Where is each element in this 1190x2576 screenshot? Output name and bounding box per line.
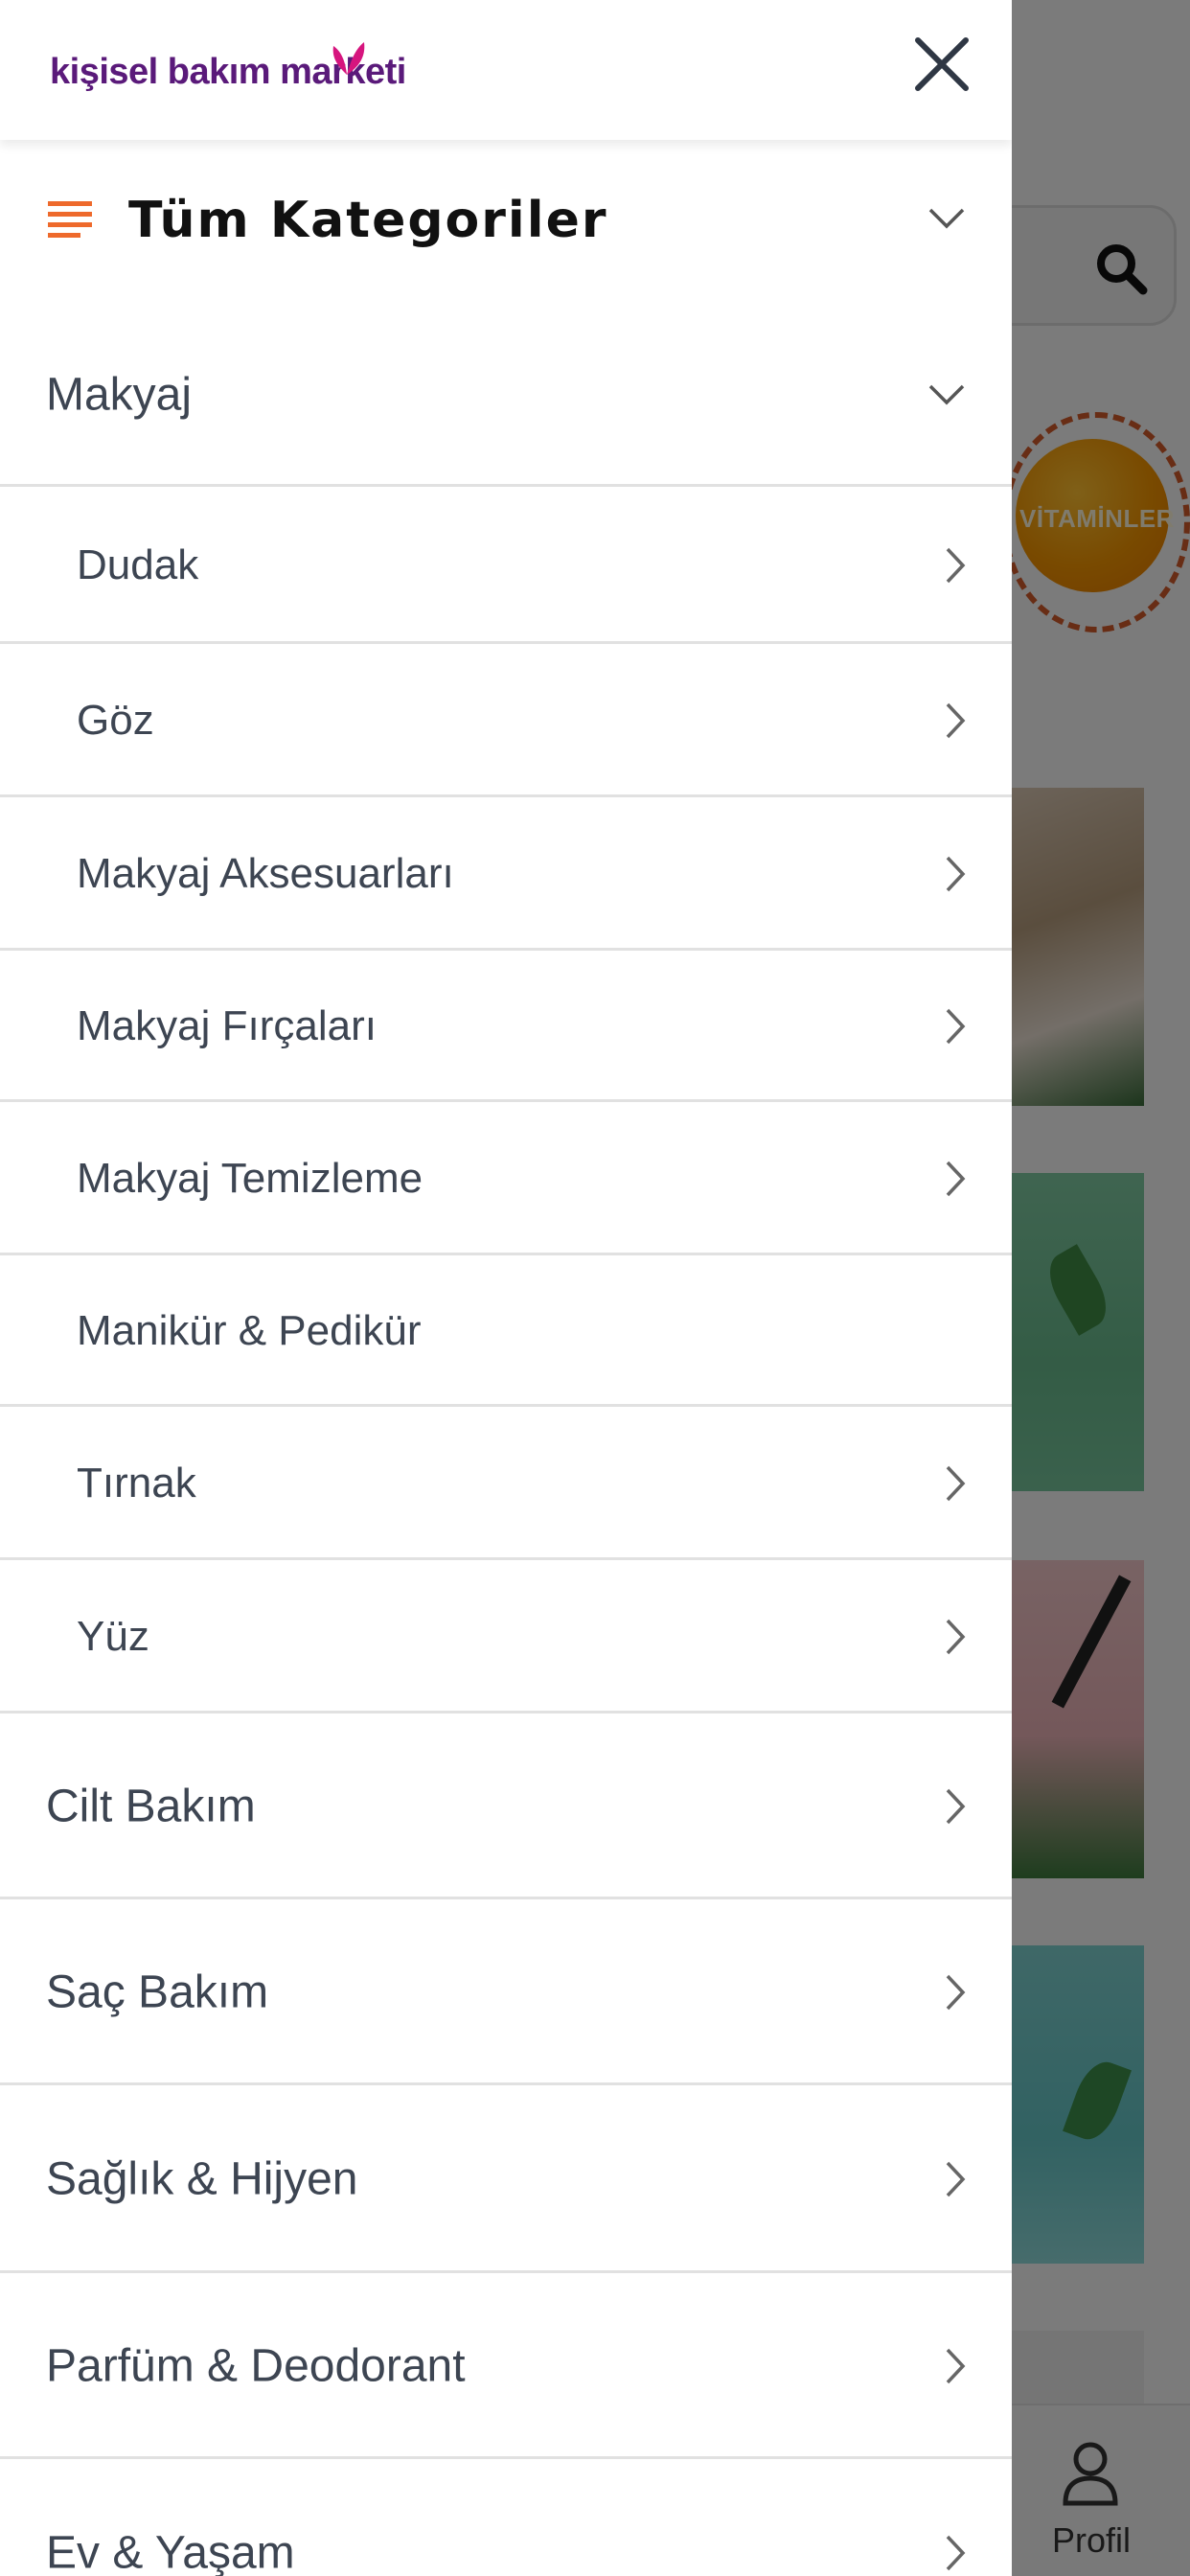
category-item-saglik-hijyen[interactable]: Sağlık & Hijyen xyxy=(0,2085,1012,2273)
subcategory-item-yuz[interactable]: Yüz xyxy=(0,1560,1012,1714)
chevron-right-icon xyxy=(946,702,966,739)
chevron-right-icon xyxy=(946,856,966,892)
category-item-ev-yasam[interactable]: Ev & Yaşam xyxy=(0,2459,1012,2576)
subcategory-label: Makyaj Fırçaları xyxy=(77,1002,377,1049)
subcategory-item-goz[interactable]: Göz xyxy=(0,644,1012,797)
chevron-right-icon xyxy=(946,1465,966,1502)
category-item-makyaj[interactable]: Makyaj xyxy=(0,303,1012,487)
category-item-cilt-bakim[interactable]: Cilt Bakım xyxy=(0,1714,1012,1899)
category-label: Makyaj xyxy=(46,369,193,421)
subcategory-item-manikur-pedikur[interactable]: Manikür & Pedikür xyxy=(0,1255,1012,1407)
subcategory-label: Tırnak xyxy=(77,1460,196,1506)
subcategory-label: Yüz xyxy=(77,1613,149,1660)
subcategory-label: Manikür & Pedikür xyxy=(77,1307,422,1354)
chevron-right-icon xyxy=(946,1788,966,1825)
chevron-right-icon xyxy=(946,2348,966,2384)
list-icon xyxy=(48,201,92,238)
category-label: Ev & Yaşam xyxy=(46,2527,295,2576)
drawer-header: kişisel bakım marketi xyxy=(0,0,1012,140)
all-categories-toggle[interactable]: Tüm Kategoriler xyxy=(0,140,1012,303)
category-label: Parfüm & Deodorant xyxy=(46,2340,466,2392)
subcategory-item-makyaj-aksesuarlari[interactable]: Makyaj Aksesuarları xyxy=(0,797,1012,951)
chevron-right-icon xyxy=(946,1161,966,1197)
category-label: Sağlık & Hijyen xyxy=(46,2153,358,2205)
close-icon[interactable] xyxy=(908,31,975,98)
chevron-down-icon xyxy=(928,208,965,229)
subcategory-item-makyaj-fircalari[interactable]: Makyaj Fırçaları xyxy=(0,951,1012,1102)
chevron-down-icon xyxy=(928,384,965,405)
category-label: Saç Bakım xyxy=(46,1966,269,2018)
all-categories-title: Tüm Kategoriler xyxy=(128,192,608,249)
category-label: Cilt Bakım xyxy=(46,1781,256,1832)
category-drawer: kişisel bakım marketi Tüm Kategoriler Ma… xyxy=(0,0,1012,2576)
chevron-right-icon xyxy=(946,1619,966,1655)
subcategory-label: Dudak xyxy=(77,541,199,588)
chevron-right-icon xyxy=(946,1974,966,2011)
category-item-sac-bakim[interactable]: Saç Bakım xyxy=(0,1899,1012,2085)
chevron-right-icon xyxy=(946,2161,966,2197)
chevron-right-icon xyxy=(946,547,966,584)
category-item-parfum-deodorant[interactable]: Parfüm & Deodorant xyxy=(0,2273,1012,2459)
subcategory-label: Göz xyxy=(77,697,154,744)
subcategory-item-dudak[interactable]: Dudak xyxy=(0,487,1012,644)
subcategory-label: Makyaj Temizleme xyxy=(77,1155,423,1202)
logo-mark-icon xyxy=(332,42,365,75)
chevron-right-icon xyxy=(946,2535,966,2571)
subcategory-item-tirnak[interactable]: Tırnak xyxy=(0,1407,1012,1560)
subcategory-label: Makyaj Aksesuarları xyxy=(77,850,454,897)
chevron-right-icon xyxy=(946,1008,966,1045)
subcategory-item-makyaj-temizleme[interactable]: Makyaj Temizleme xyxy=(0,1102,1012,1255)
